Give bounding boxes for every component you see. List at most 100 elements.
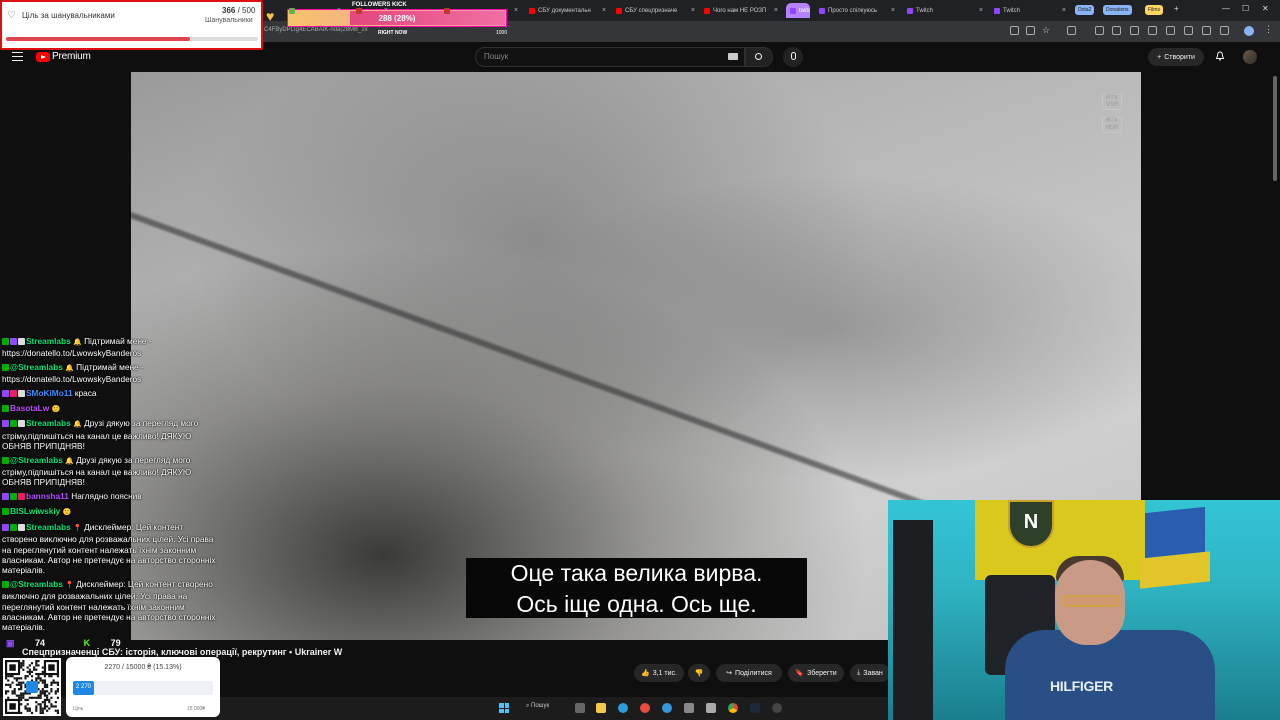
youtube-logo-icon[interactable] [36, 52, 50, 62]
browser-tab[interactable]: Twitch × [990, 3, 1070, 18]
close-tab-icon[interactable]: × [1062, 7, 1066, 14]
chat-emote-icon: 🙂 [51, 406, 61, 414]
edge-icon[interactable] [618, 703, 628, 713]
calculator-icon[interactable] [706, 703, 716, 713]
app-icon[interactable] [640, 703, 650, 713]
chat-username: @Streamlabs [10, 578, 63, 589]
close-tab-icon[interactable]: × [891, 7, 895, 14]
cast-icon[interactable] [1010, 26, 1019, 35]
extension-icon[interactable] [1220, 26, 1229, 35]
chat-message: BISLwiwskiy 🙂 [2, 506, 217, 518]
extension-icon[interactable] [1202, 26, 1211, 35]
close-tab-icon[interactable]: × [337, 7, 341, 14]
chat-badge-icon [10, 389, 17, 397]
plus-icon: + [1157, 53, 1162, 61]
browser-tab[interactable]: × [352, 3, 392, 18]
keyboard-icon[interactable] [728, 53, 738, 60]
donation-goal-text: 2270 / 15000 ₴ (15.13%) [104, 664, 182, 671]
browser-tab[interactable]: Twitch × [903, 3, 987, 18]
maximize-icon[interactable]: ☐ [1242, 4, 1249, 13]
close-window-icon[interactable]: ✕ [1262, 4, 1269, 13]
extension-icon[interactable] [1112, 26, 1121, 35]
fan-goal-total: / 500 [237, 6, 256, 15]
tab-label: Чого нам НЕ РОЗП [713, 7, 767, 14]
browser-tab[interactable]: Просто спілкуюсь × [815, 3, 899, 18]
chat-badge-icon [2, 389, 9, 397]
bookmark-star-icon[interactable]: ☆ [1042, 25, 1050, 36]
more-menu-icon[interactable]: ⋮ [1264, 24, 1273, 35]
menu-icon[interactable] [12, 52, 23, 61]
chat-username: BISLwiwskiy [10, 506, 61, 517]
thumbs-up-icon: 👍 [641, 670, 650, 677]
browser-tab[interactable]: СБУ документальн × [525, 3, 610, 18]
share-icon: ↪ [726, 670, 733, 677]
chat-username: bannsha11 [26, 490, 69, 501]
browser-tab[interactable]: Чого нам НЕ РОЗП × [700, 3, 782, 18]
page-scrollbar[interactable] [1273, 76, 1277, 181]
task-view-icon[interactable] [575, 703, 585, 713]
chrome-icon[interactable] [728, 703, 738, 713]
extension-icon[interactable] [1148, 26, 1157, 35]
browser-tab[interactable]: СБУ спецпризначе × [612, 3, 699, 18]
url-text[interactable]: C4FByDPLIg4ECABAIK-nda(28MB_2x [264, 27, 368, 33]
bookmark-pill[interactable]: Donations [1103, 5, 1132, 15]
fan-goal-subtitle: Шанувальники [205, 17, 253, 24]
twitch-viewer-count: ▣ 74 [6, 638, 66, 648]
close-tab-icon[interactable]: × [514, 7, 518, 14]
new-tab-icon[interactable]: + [1174, 4, 1179, 13]
browser-tab[interactable]: × [440, 3, 522, 18]
search-input[interactable] [475, 47, 745, 67]
minimize-icon[interactable]: — [1222, 4, 1230, 13]
chat-username: @Streamlabs [10, 454, 63, 465]
twitch-count-value: 74 [35, 638, 46, 648]
windows-start-icon[interactable] [499, 703, 509, 713]
close-tab-icon[interactable]: × [774, 7, 778, 14]
close-tab-icon[interactable]: × [691, 7, 695, 14]
close-tab-icon[interactable]: × [384, 7, 388, 14]
close-tab-icon[interactable]: × [979, 7, 983, 14]
extension-icon[interactable] [1184, 26, 1193, 35]
avatar[interactable] [1243, 50, 1257, 64]
download-button[interactable]: ⤓ Заван [850, 664, 890, 682]
browser-tab[interactable]: twitch [786, 3, 810, 18]
chat-message: @Streamlabs 🔔 Підтримай мене - https://d… [2, 362, 217, 385]
eye-off-icon[interactable] [1026, 26, 1035, 35]
extension-icon[interactable] [1166, 26, 1175, 35]
browser-tab[interactable]: × [285, 3, 345, 18]
twitch-icon: ▣ [6, 638, 15, 648]
bookmark-pill[interactable]: Films [1145, 5, 1163, 15]
share-button[interactable]: ↪ Поділитися [716, 664, 782, 682]
close-tab-icon[interactable]: × [602, 7, 606, 14]
chat-badge-icon [2, 492, 9, 500]
steam-icon[interactable] [750, 703, 760, 713]
like-button[interactable]: 👍 3,1 тис. [634, 664, 684, 682]
chat-username: Streamlabs [26, 521, 71, 532]
obs-icon[interactable] [772, 703, 782, 713]
telegram-icon[interactable] [662, 703, 672, 713]
app-icon[interactable] [684, 703, 694, 713]
chat-emote-icon: 🔔 [65, 457, 74, 465]
download-label: Заван [863, 669, 883, 677]
extension-icon[interactable] [1067, 26, 1076, 35]
bell-icon[interactable] [1215, 51, 1225, 61]
search-button[interactable] [745, 47, 773, 67]
taskbar-search[interactable]: ⌕ Пошук [526, 703, 549, 710]
create-button[interactable]: + Створити [1148, 48, 1204, 66]
mic-icon[interactable] [783, 47, 803, 67]
file-explorer-icon[interactable] [596, 703, 606, 713]
chat-badge-icon [10, 523, 17, 531]
dislike-button[interactable]: 👎 [688, 664, 710, 682]
subtitle-line-1: Оце така велика вирва. [510, 560, 763, 586]
youtube-brand[interactable]: Premium [52, 51, 91, 62]
shirt-logo-text: HILFIGER [1050, 678, 1113, 694]
tab-favicon-icon [529, 7, 535, 14]
extension-icon[interactable] [1130, 26, 1139, 35]
chat-text: Наглядно пояснив [71, 490, 142, 501]
save-button[interactable]: 🔖 Зберегти [788, 664, 844, 682]
bookmark-pill[interactable]: Dota2 [1075, 5, 1095, 15]
emblem-icon: N [1008, 500, 1054, 548]
extension-icon[interactable] [1095, 26, 1104, 35]
chat-badge-icon [2, 405, 9, 413]
chat-badge-icon [10, 492, 17, 500]
profile-icon[interactable] [1244, 26, 1254, 36]
